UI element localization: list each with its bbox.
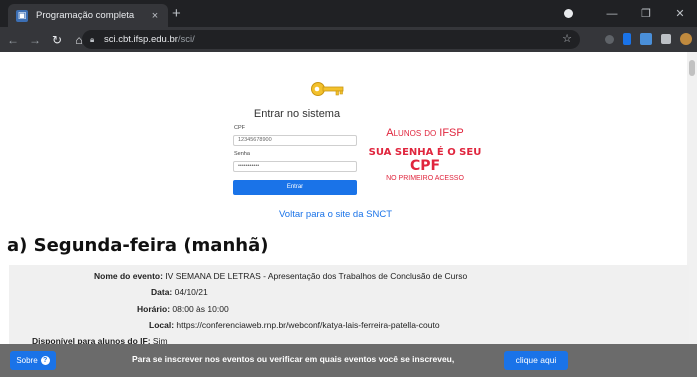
senha-label: Senha [234, 151, 250, 157]
extensions-area: ⋮ [596, 31, 697, 47]
window-close-button[interactable]: ✕ [663, 7, 697, 20]
translate-extension-icon[interactable] [640, 33, 652, 45]
minimize-button[interactable]: — [595, 8, 629, 20]
back-to-snct-link[interactable]: Voltar para o site da SNCT [279, 209, 392, 220]
url-text[interactable]: sci.cbt.ifsp.edu.br/sci/ [104, 34, 195, 45]
window-controls: — ❐ ✕ [564, 0, 697, 27]
event-date-row: Data: 04/10/21 [151, 287, 208, 297]
audio-extension-icon[interactable] [605, 34, 614, 44]
password-field[interactable]: ••••••••••• [233, 161, 357, 172]
scroll-thumb[interactable] [689, 60, 695, 76]
tab-close-icon[interactable]: × [148, 10, 162, 22]
bottom-bar: Sobre ? Para se inscrever nos eventos ou… [0, 344, 697, 377]
site-favicon-icon: ▣ [16, 9, 28, 22]
subscribe-message: Para se inscrever nos eventos ou verific… [132, 354, 455, 364]
puzzle-extensions-icon[interactable] [661, 34, 671, 44]
notice-password-cpf: SUA SENHA É O SEU CPF [368, 147, 482, 174]
sobre-label: Sobre [16, 356, 38, 365]
cpf-label: CPF [234, 125, 245, 131]
day-heading: a) Segunda-feira (manhã) [7, 235, 269, 256]
profile-avatar[interactable] [680, 33, 692, 45]
notice-first-access: NO PRIMEIRO ACESSO [386, 175, 464, 182]
cpf-field[interactable]: 12345678900 [233, 135, 357, 146]
forward-arrow-icon[interactable]: → [26, 33, 44, 47]
browser-tab[interactable]: ▣ Programação completa × [8, 4, 168, 27]
sobre-button[interactable]: Sobre ? [10, 351, 56, 370]
browser-toolbar: ← → ↻ ⌂ 🔒︎ sci.cbt.ifsp.edu.br/sci/ ☆ [0, 27, 697, 52]
back-arrow-icon[interactable]: ← [4, 33, 22, 47]
help-icon: ? [40, 356, 50, 365]
login-title: Entrar no sistema [253, 108, 341, 120]
browser-tabstrip: ▣ Programação completa × + — ❐ ✕ [0, 0, 697, 27]
notice-ifsp-students: Alunos do IFSP [386, 127, 464, 139]
event-place-row: Local: https://conferenciaweb.rnp.br/web… [149, 320, 440, 330]
reload-icon[interactable]: ↻ [48, 33, 66, 47]
new-tab-button[interactable]: + [172, 5, 181, 22]
tab-title: Programação completa [36, 10, 135, 21]
maximize-button[interactable]: ❐ [629, 7, 663, 20]
event-time-row: Horário: 08:00 às 10:00 [137, 304, 229, 314]
event-name-row: Nome do evento: IV SEMANA DE LETRAS - Ap… [94, 271, 468, 281]
address-bar[interactable]: 🔒︎ sci.cbt.ifsp.edu.br/sci/ ☆ [82, 30, 580, 49]
lock-icon[interactable]: 🔒︎ [90, 35, 100, 45]
page-content: Entrar no sistema CPF 12345678900 Senha … [0, 52, 697, 377]
clique-aqui-button[interactable]: clique aqui [504, 351, 568, 370]
profile-record-icon[interactable] [564, 9, 573, 18]
blue-extension-icon[interactable] [623, 33, 631, 45]
key-icon [311, 82, 344, 96]
entrar-button[interactable]: Entrar [233, 180, 357, 195]
bookmark-star-icon[interactable]: ☆ [562, 32, 572, 45]
